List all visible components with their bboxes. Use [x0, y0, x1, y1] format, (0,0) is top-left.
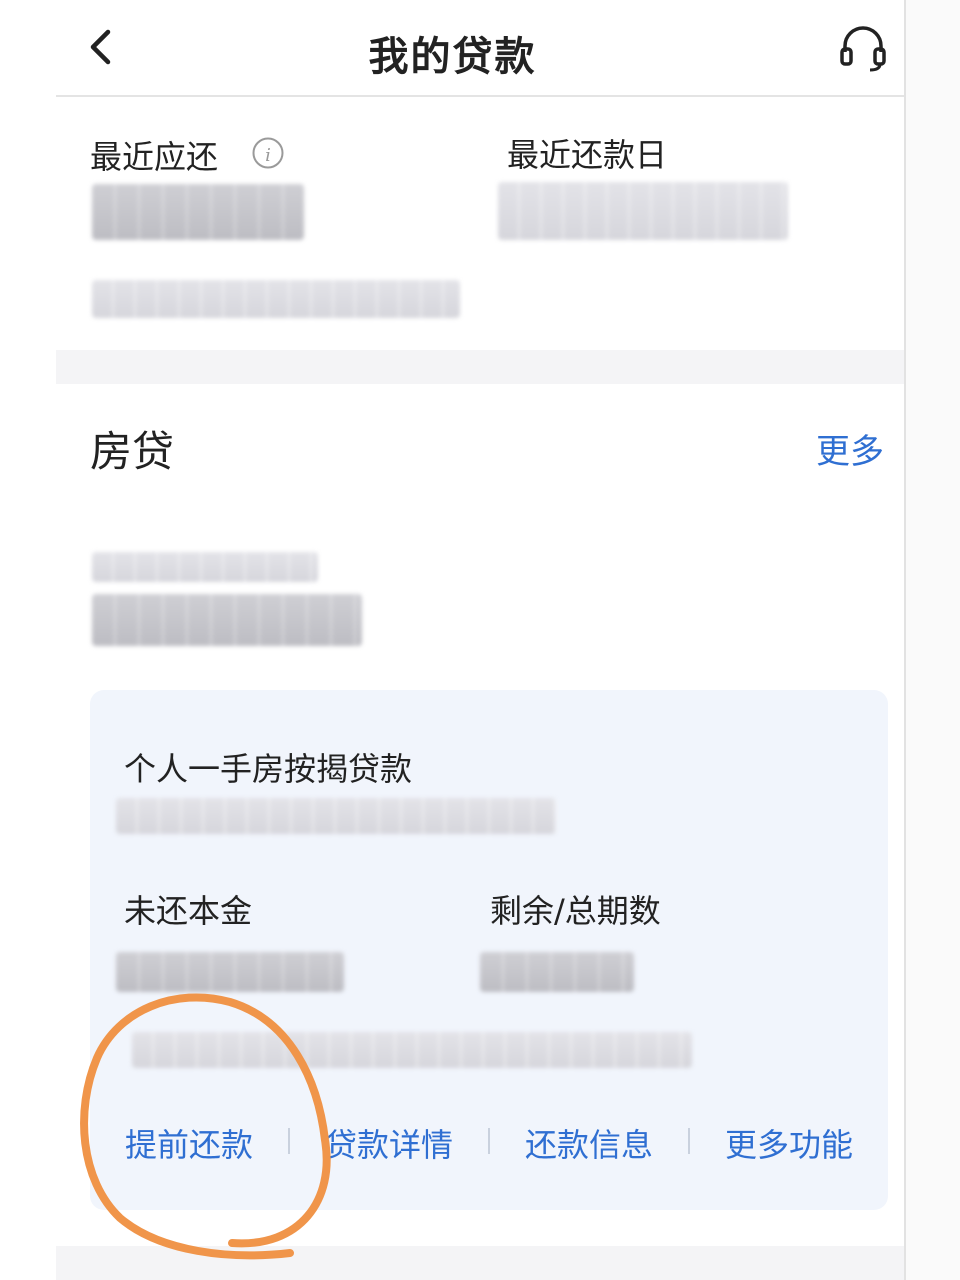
- redacted-periods: [480, 952, 634, 992]
- nav-bar: 我的贷款: [0, 0, 905, 96]
- principal-label: 未还本金: [124, 892, 253, 930]
- svg-text:i: i: [265, 145, 271, 166]
- redacted-outstanding-label: [92, 552, 318, 582]
- screen: 我的贷款 最近应还 i 最近还款日 房贷 更多 个人一手房按揭贷款 未还本金 剩…: [0, 0, 905, 1280]
- customer-service-button[interactable]: [836, 22, 890, 74]
- redacted-outstanding-amount: [92, 594, 362, 646]
- headset-icon: [840, 26, 886, 72]
- section-separator: [56, 350, 905, 384]
- action-separator: [288, 1128, 290, 1154]
- loan-details-button[interactable]: 贷款详情: [325, 1120, 453, 1166]
- background-margin: [906, 0, 960, 1280]
- redacted-due-detail: [92, 280, 460, 318]
- prepay-button[interactable]: 提前还款: [125, 1120, 253, 1166]
- redacted-due-amount: [92, 184, 304, 240]
- more-link[interactable]: 更多: [816, 424, 884, 473]
- mortgage-section-title: 房贷: [90, 427, 175, 476]
- header-divider: [56, 95, 905, 97]
- action-separator: [688, 1128, 690, 1154]
- more-functions-button[interactable]: 更多功能: [725, 1120, 853, 1166]
- recent-due-label: 最近应还: [90, 138, 219, 176]
- loan-name: 个人一手房按揭贷款: [124, 750, 413, 788]
- action-separator: [488, 1128, 490, 1154]
- info-icon[interactable]: i: [251, 136, 285, 170]
- recent-due-date-label: 最近还款日: [507, 136, 668, 174]
- section-separator: [56, 1246, 905, 1280]
- redacted-loan-note: [132, 1032, 692, 1068]
- redacted-due-date: [498, 182, 788, 240]
- redacted-loan-account: [116, 798, 556, 834]
- page-title: 我的贷款: [368, 34, 537, 80]
- repayment-info-button[interactable]: 还款信息: [525, 1120, 653, 1166]
- redacted-principal: [116, 952, 344, 992]
- periods-label: 剩余/总期数: [490, 892, 661, 930]
